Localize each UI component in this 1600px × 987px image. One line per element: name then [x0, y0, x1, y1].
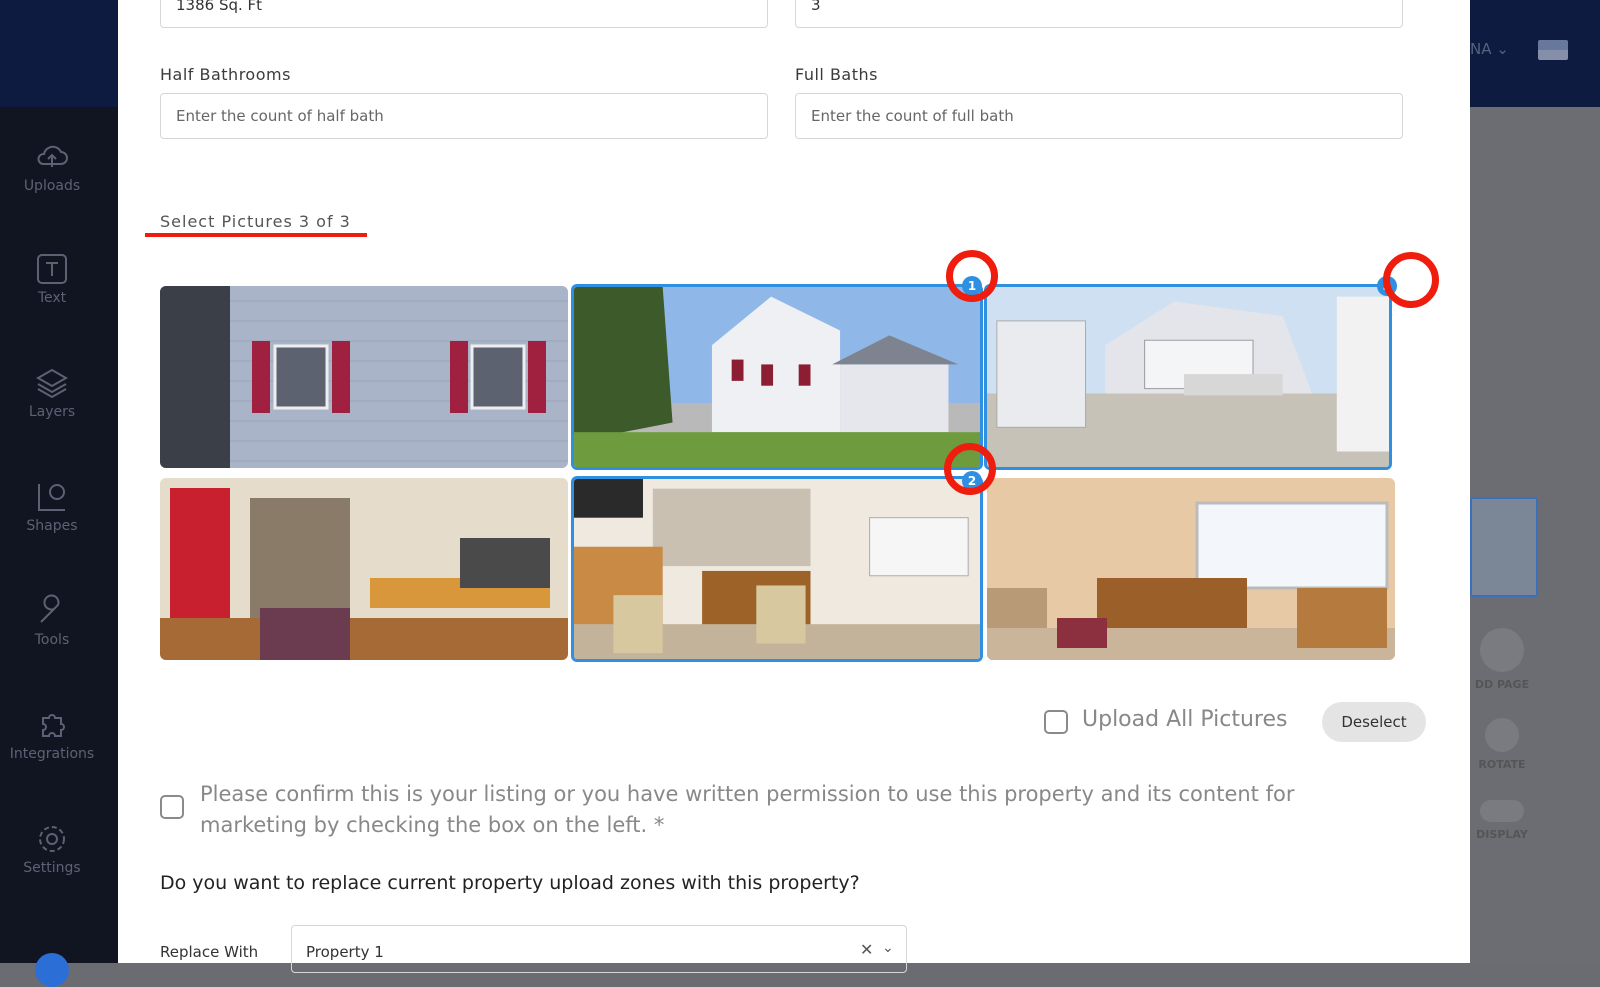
add-page-label: DD PAGE — [1474, 678, 1530, 691]
photo-living-room[interactable] — [160, 478, 568, 660]
layers-icon — [35, 368, 69, 399]
sidebar-item-uploads[interactable]: Uploads — [0, 140, 104, 194]
half-bath-field[interactable] — [160, 93, 768, 139]
backyard-image — [987, 287, 1389, 467]
add-page-button[interactable]: DD PAGE — [1472, 628, 1532, 691]
upload-all-checkbox[interactable] — [1044, 710, 1068, 734]
photo-dining-room[interactable] — [571, 476, 983, 662]
annotation-underline — [145, 233, 367, 237]
shapes-icon — [38, 484, 65, 511]
cloud-upload-icon — [37, 145, 68, 167]
text-icon — [37, 254, 67, 284]
display-label: DISPLAY — [1476, 828, 1528, 841]
plus-icon — [1480, 628, 1524, 672]
select-pictures-title: Select Pictures 3 of 3 — [160, 212, 351, 231]
dining-room-image — [574, 479, 980, 659]
gear-icon — [39, 826, 65, 852]
sidebar-item-label: Layers — [28, 404, 76, 420]
full-bath-label: Full Baths — [795, 65, 878, 84]
rotate-label: ROTATE — [1478, 758, 1526, 771]
photo-house-front[interactable] — [571, 284, 983, 470]
left-sidebar: Uploads Text Layers Shapes Tools Integra… — [0, 107, 118, 963]
replace-with-select[interactable]: Property 1 ✕ ⌄ — [291, 925, 907, 973]
wrench-icon — [40, 594, 60, 623]
breakfast-nook-image — [987, 478, 1395, 660]
sidebar-item-label: Integrations — [9, 746, 95, 762]
full-bath-field[interactable] — [795, 93, 1403, 139]
annotation-ring — [944, 443, 996, 495]
sidebar-item-label: Uploads — [23, 178, 81, 194]
annotation-ring — [946, 250, 998, 302]
photo-backyard[interactable] — [984, 284, 1392, 470]
display-button[interactable]: DISPLAY — [1472, 800, 1532, 841]
replace-with-value: Property 1 — [306, 943, 384, 961]
upload-all-label: Upload All Pictures — [1082, 707, 1288, 732]
confirm-listing-text: Please confirm this is your listing or y… — [200, 782, 1295, 837]
user-avatar[interactable] — [35, 953, 69, 987]
bedrooms-field[interactable] — [795, 0, 1403, 28]
replace-with-label: Replace With — [160, 943, 259, 961]
language-selector[interactable]: NA ⌄ — [1470, 40, 1509, 58]
sidebar-item-layers[interactable]: Layers — [0, 366, 104, 420]
sidebar-item-label: Settings — [23, 860, 81, 876]
photo-siding[interactable] — [160, 286, 568, 468]
property-modal: Half Bathrooms Full Baths Select Picture… — [118, 0, 1470, 973]
rotate-button[interactable]: ROTATE — [1472, 718, 1532, 771]
house-front-image — [574, 287, 980, 467]
chevron-down-icon[interactable]: ⌄ — [882, 940, 894, 956]
us-flag-icon[interactable] — [1538, 40, 1568, 60]
puzzle-icon — [42, 714, 65, 737]
annotation-ring — [1383, 252, 1439, 308]
sidebar-item-settings[interactable]: Settings — [0, 822, 104, 876]
sidebar-item-text[interactable]: Text — [0, 252, 104, 306]
rotate-icon — [1485, 718, 1519, 752]
clear-icon[interactable]: ✕ — [860, 940, 873, 959]
sidebar-item-label: Tools — [34, 632, 70, 648]
sidebar-item-integrations[interactable]: Integrations — [0, 708, 104, 762]
living-room-image — [160, 478, 568, 660]
language-code: NA — [1470, 40, 1492, 58]
replace-question: Do you want to replace current property … — [160, 872, 860, 894]
half-bath-label: Half Bathrooms — [160, 65, 291, 84]
sidebar-item-label: Shapes — [26, 518, 78, 534]
confirm-listing-checkbox[interactable] — [160, 795, 184, 819]
square-feet-field[interactable] — [160, 0, 768, 28]
sidebar-item-tools[interactable]: Tools — [0, 594, 104, 648]
more-icon — [1480, 800, 1524, 822]
house-siding-image — [160, 286, 568, 468]
sidebar-item-label: Text — [37, 290, 67, 306]
deselect-button[interactable]: Deselect — [1322, 702, 1426, 742]
page-thumbnail[interactable] — [1470, 497, 1538, 597]
photo-breakfast-nook[interactable] — [987, 478, 1395, 660]
sidebar-item-shapes[interactable]: Shapes — [0, 480, 104, 534]
